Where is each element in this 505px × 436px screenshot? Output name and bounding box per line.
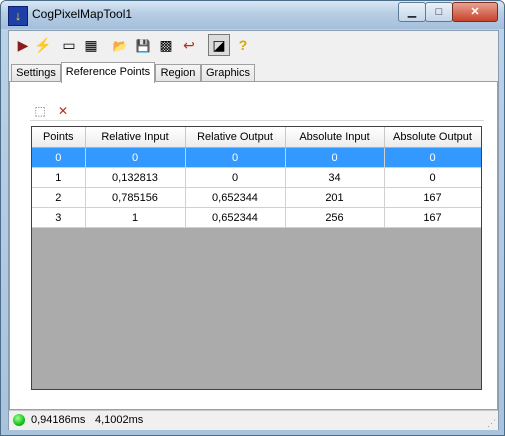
- toolbar: ▶ ⚡ ▭ ▦ 📂 💾 ▩ ↩ ◪ ?: [9, 31, 498, 59]
- cell-relative-output[interactable]: 0,652344: [185, 207, 286, 228]
- minimize-button[interactable]: ▁: [398, 2, 426, 22]
- tab-settings[interactable]: Settings: [11, 64, 61, 82]
- cell-absolute-output[interactable]: 0: [384, 147, 481, 168]
- save-button[interactable]: 💾: [133, 35, 153, 55]
- table-row[interactable]: 1 0,132813 0 34 0: [32, 167, 481, 188]
- delete-icon: ✕: [57, 104, 69, 118]
- tab-reference-points[interactable]: Reference Points: [61, 62, 155, 83]
- add-row-icon: ⬚: [34, 104, 46, 118]
- status-indicator-icon: [13, 414, 25, 426]
- cell-relative-output[interactable]: 0,652344: [185, 187, 286, 208]
- run-icon: ▶: [17, 37, 29, 53]
- status-time-2: 4,1002ms: [95, 414, 144, 426]
- open-folder-icon: 📂: [112, 39, 128, 53]
- tab-region[interactable]: Region: [155, 64, 201, 82]
- cell-relative-input[interactable]: 0,785156: [85, 187, 186, 208]
- cell-point[interactable]: 0: [32, 147, 86, 168]
- table-row[interactable]: 3 1 0,652344 256 167: [32, 207, 481, 228]
- title-bar[interactable]: ↓ CogPixelMapTool1 ▁ □ ✕: [1, 1, 504, 29]
- cell-absolute-output[interactable]: 0: [384, 167, 481, 188]
- table-row[interactable]: 2 0,785156 0,652344 201 167: [32, 187, 481, 208]
- cell-relative-input[interactable]: 0: [85, 147, 186, 168]
- grid-icon: ▩: [159, 37, 173, 53]
- add-point-button[interactable]: ⬚: [32, 103, 48, 119]
- header-row: Points Relative Input Relative Output Ab…: [32, 127, 481, 148]
- points-table: Points Relative Input Relative Output Ab…: [32, 127, 481, 228]
- tool-window: ↓ CogPixelMapTool1 ▁ □ ✕ ▶ ⚡ ▭ ▦ 📂 💾 ▩ ↩…: [0, 0, 505, 436]
- save-icon: 💾: [135, 39, 151, 53]
- cell-relative-input[interactable]: 0,132813: [85, 167, 186, 188]
- cell-absolute-input[interactable]: 34: [285, 167, 385, 188]
- column-header-absolute-input[interactable]: Absolute Input: [285, 127, 385, 148]
- reference-points-panel: ⬚ ✕ Points Relative Input Relative Outpu…: [9, 81, 498, 410]
- grid-toolbar: ⬚ ✕: [30, 102, 484, 121]
- reset-button[interactable]: ↩: [179, 35, 199, 55]
- cell-point[interactable]: 2: [32, 187, 86, 208]
- tab-graphics[interactable]: Graphics: [201, 64, 255, 82]
- graphics-icon: ◪: [212, 37, 226, 53]
- open-button[interactable]: 📂: [110, 35, 130, 55]
- client-area: ▶ ⚡ ▭ ▦ 📂 💾 ▩ ↩ ◪ ? Settings Reference P…: [8, 30, 499, 430]
- column-header-points[interactable]: Points: [32, 127, 86, 148]
- maximize-button[interactable]: □: [425, 2, 453, 22]
- help-button[interactable]: ?: [233, 35, 253, 55]
- table-row[interactable]: 0 0 0 0 0: [32, 147, 481, 168]
- window-title: CogPixelMapTool1: [32, 7, 133, 21]
- grid-button[interactable]: ▩: [156, 35, 176, 55]
- cell-absolute-input[interactable]: 201: [285, 187, 385, 208]
- image-source-icon: ▭: [62, 37, 76, 53]
- graphics-button[interactable]: ◪: [208, 34, 230, 56]
- cell-absolute-output[interactable]: 167: [384, 207, 481, 228]
- lightning-icon: ⚡: [34, 37, 52, 53]
- reference-points-grid[interactable]: Points Relative Input Relative Output Ab…: [31, 126, 482, 390]
- cell-relative-output[interactable]: 0: [185, 167, 286, 188]
- image-source-button[interactable]: ▭: [59, 35, 79, 55]
- cell-point[interactable]: 3: [32, 207, 86, 228]
- status-time-1: 0,94186ms: [31, 414, 86, 426]
- tab-strip: Settings Reference Points Region Graphic…: [9, 62, 498, 83]
- status-bar: 0,94186ms 4,1002ms ⋰: [9, 410, 498, 430]
- delete-point-button[interactable]: ✕: [55, 103, 71, 119]
- app-icon: ↓: [8, 6, 28, 26]
- help-icon: ?: [238, 37, 248, 53]
- settings-icon: ▦: [84, 37, 98, 53]
- resize-grip-icon[interactable]: ⋰: [487, 418, 496, 429]
- electric-button[interactable]: ⚡: [33, 35, 53, 55]
- run-button[interactable]: ▶: [13, 35, 33, 55]
- close-button[interactable]: ✕: [452, 2, 498, 22]
- cell-relative-input[interactable]: 1: [85, 207, 186, 228]
- settings-button[interactable]: ▦: [81, 35, 101, 55]
- reset-icon: ↩: [183, 37, 195, 53]
- column-header-relative-output[interactable]: Relative Output: [185, 127, 286, 148]
- cell-point[interactable]: 1: [32, 167, 86, 188]
- cell-absolute-input[interactable]: 256: [285, 207, 385, 228]
- cell-relative-output[interactable]: 0: [185, 147, 286, 168]
- column-header-absolute-output[interactable]: Absolute Output: [384, 127, 481, 148]
- column-header-relative-input[interactable]: Relative Input: [85, 127, 186, 148]
- cell-absolute-output[interactable]: 167: [384, 187, 481, 208]
- cell-absolute-input[interactable]: 0: [285, 147, 385, 168]
